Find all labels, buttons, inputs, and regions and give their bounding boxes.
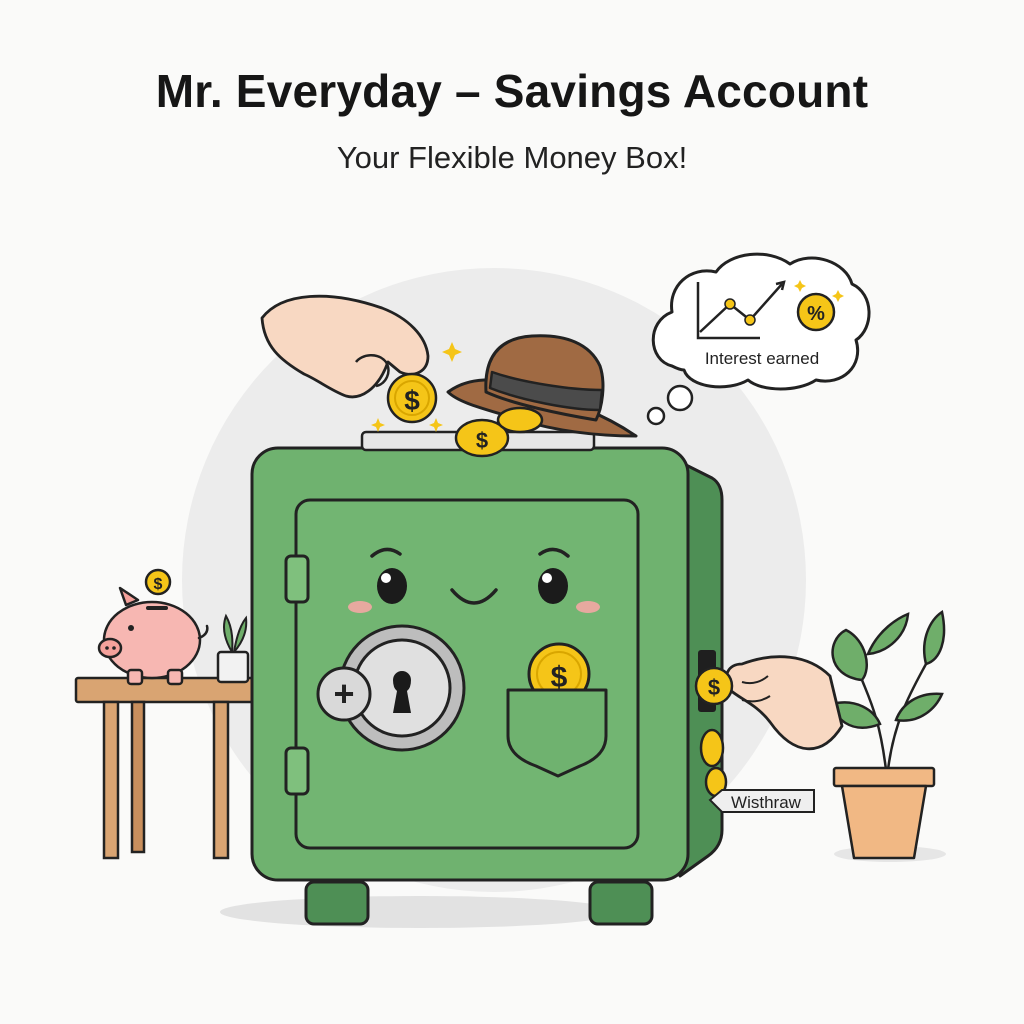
coin-symbol: $: [708, 675, 720, 700]
percent-coin-icon: %: [796, 292, 836, 332]
deposit-plus-icon: +: [316, 666, 372, 722]
piggy-coin-icon: $: [144, 568, 172, 596]
top-coin-behind-hat-icon: [496, 406, 544, 434]
savings-illustration-page: $ + $ Wisthraw $ $ $ % Interest earned M…: [0, 0, 1024, 1024]
floor-shadow: [220, 896, 620, 928]
withdraw-tag: Wisthraw: [708, 789, 815, 813]
page-title: Mr. Everyday – Savings Account: [155, 65, 869, 117]
interest-earned-caption: Interest earned: [705, 349, 819, 368]
percent-symbol: %: [807, 303, 825, 325]
deposit-coin-icon: $: [386, 372, 438, 424]
page-subtitle: Your Flexible Money Box!: [336, 140, 688, 175]
coin-symbol: $: [476, 428, 488, 453]
withdraw-coin-icon: $: [694, 666, 734, 706]
withdraw-label: Wisthraw: [731, 793, 802, 812]
coin-symbol: $: [404, 385, 420, 416]
deposit-plus-symbol: +: [333, 673, 354, 714]
coin-symbol: $: [154, 576, 163, 593]
potted-plant-icon: [830, 609, 946, 860]
